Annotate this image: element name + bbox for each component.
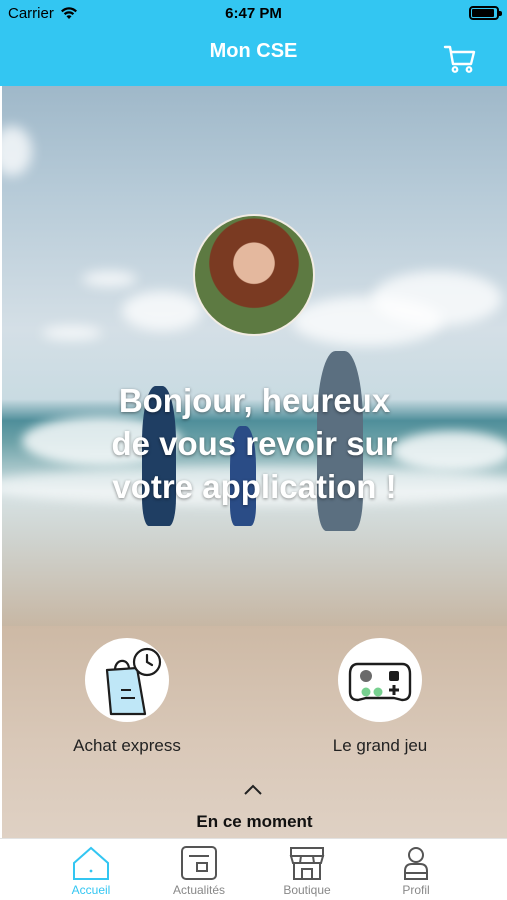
greeting-line: votre application !: [112, 468, 397, 505]
status-bar: Carrier 6:47 PM: [0, 0, 507, 28]
cloud: [82, 271, 137, 287]
tab-actualites[interactable]: Actualités: [149, 845, 249, 897]
hero-banner: Bonjour, heureux de vous revoir sur votr…: [2, 86, 507, 626]
profile-photo: [193, 214, 315, 336]
chevron-up-icon[interactable]: [243, 783, 263, 795]
tab-bar: Accueil Actualités Boutique Profil: [0, 838, 507, 900]
grand-jeu-label: Le grand jeu: [332, 736, 428, 755]
greeting-text: Bonjour, heureux de vous revoir sur votr…: [2, 379, 507, 508]
tab-boutique[interactable]: Boutique: [257, 845, 357, 897]
achat-express-circle: [85, 638, 169, 722]
page-title: Mon CSE: [209, 40, 298, 62]
achat-express-button[interactable]: Achat express: [37, 638, 217, 756]
tab-profil[interactable]: Profil: [366, 845, 466, 897]
store-icon: [289, 847, 325, 880]
cloud: [42, 326, 102, 340]
greeting-line: de vous revoir sur: [111, 425, 398, 462]
greeting-line: Bonjour, heureux: [118, 382, 391, 419]
cloud: [372, 271, 502, 326]
news-icon: [181, 846, 217, 880]
clock: 6:47 PM: [225, 5, 282, 22]
battery-icon: [469, 6, 502, 20]
top-bar: Carrier 6:47 PM Mon CSE: [0, 0, 507, 86]
game-controller-icon: [348, 662, 412, 702]
user-icon: [404, 847, 428, 880]
cart-icon[interactable]: [443, 44, 477, 74]
section-title[interactable]: En ce moment: [2, 812, 507, 832]
tab-accueil[interactable]: Accueil: [41, 845, 141, 897]
home-icon: [73, 846, 109, 880]
grand-jeu-circle: [338, 638, 422, 722]
tab-label: Actualités: [172, 883, 226, 897]
tab-label: Boutique: [283, 883, 331, 897]
quick-actions-panel: Achat express Le grand jeu En ce moment: [2, 626, 507, 838]
tab-label: Accueil: [71, 883, 111, 897]
cloud: [2, 126, 32, 176]
shopping-bag-clock-icon: [105, 647, 162, 716]
cloud: [122, 291, 202, 331]
tab-label: Profil: [402, 883, 430, 897]
achat-express-label: Achat express: [73, 736, 181, 755]
grand-jeu-button[interactable]: Le grand jeu: [290, 638, 470, 756]
